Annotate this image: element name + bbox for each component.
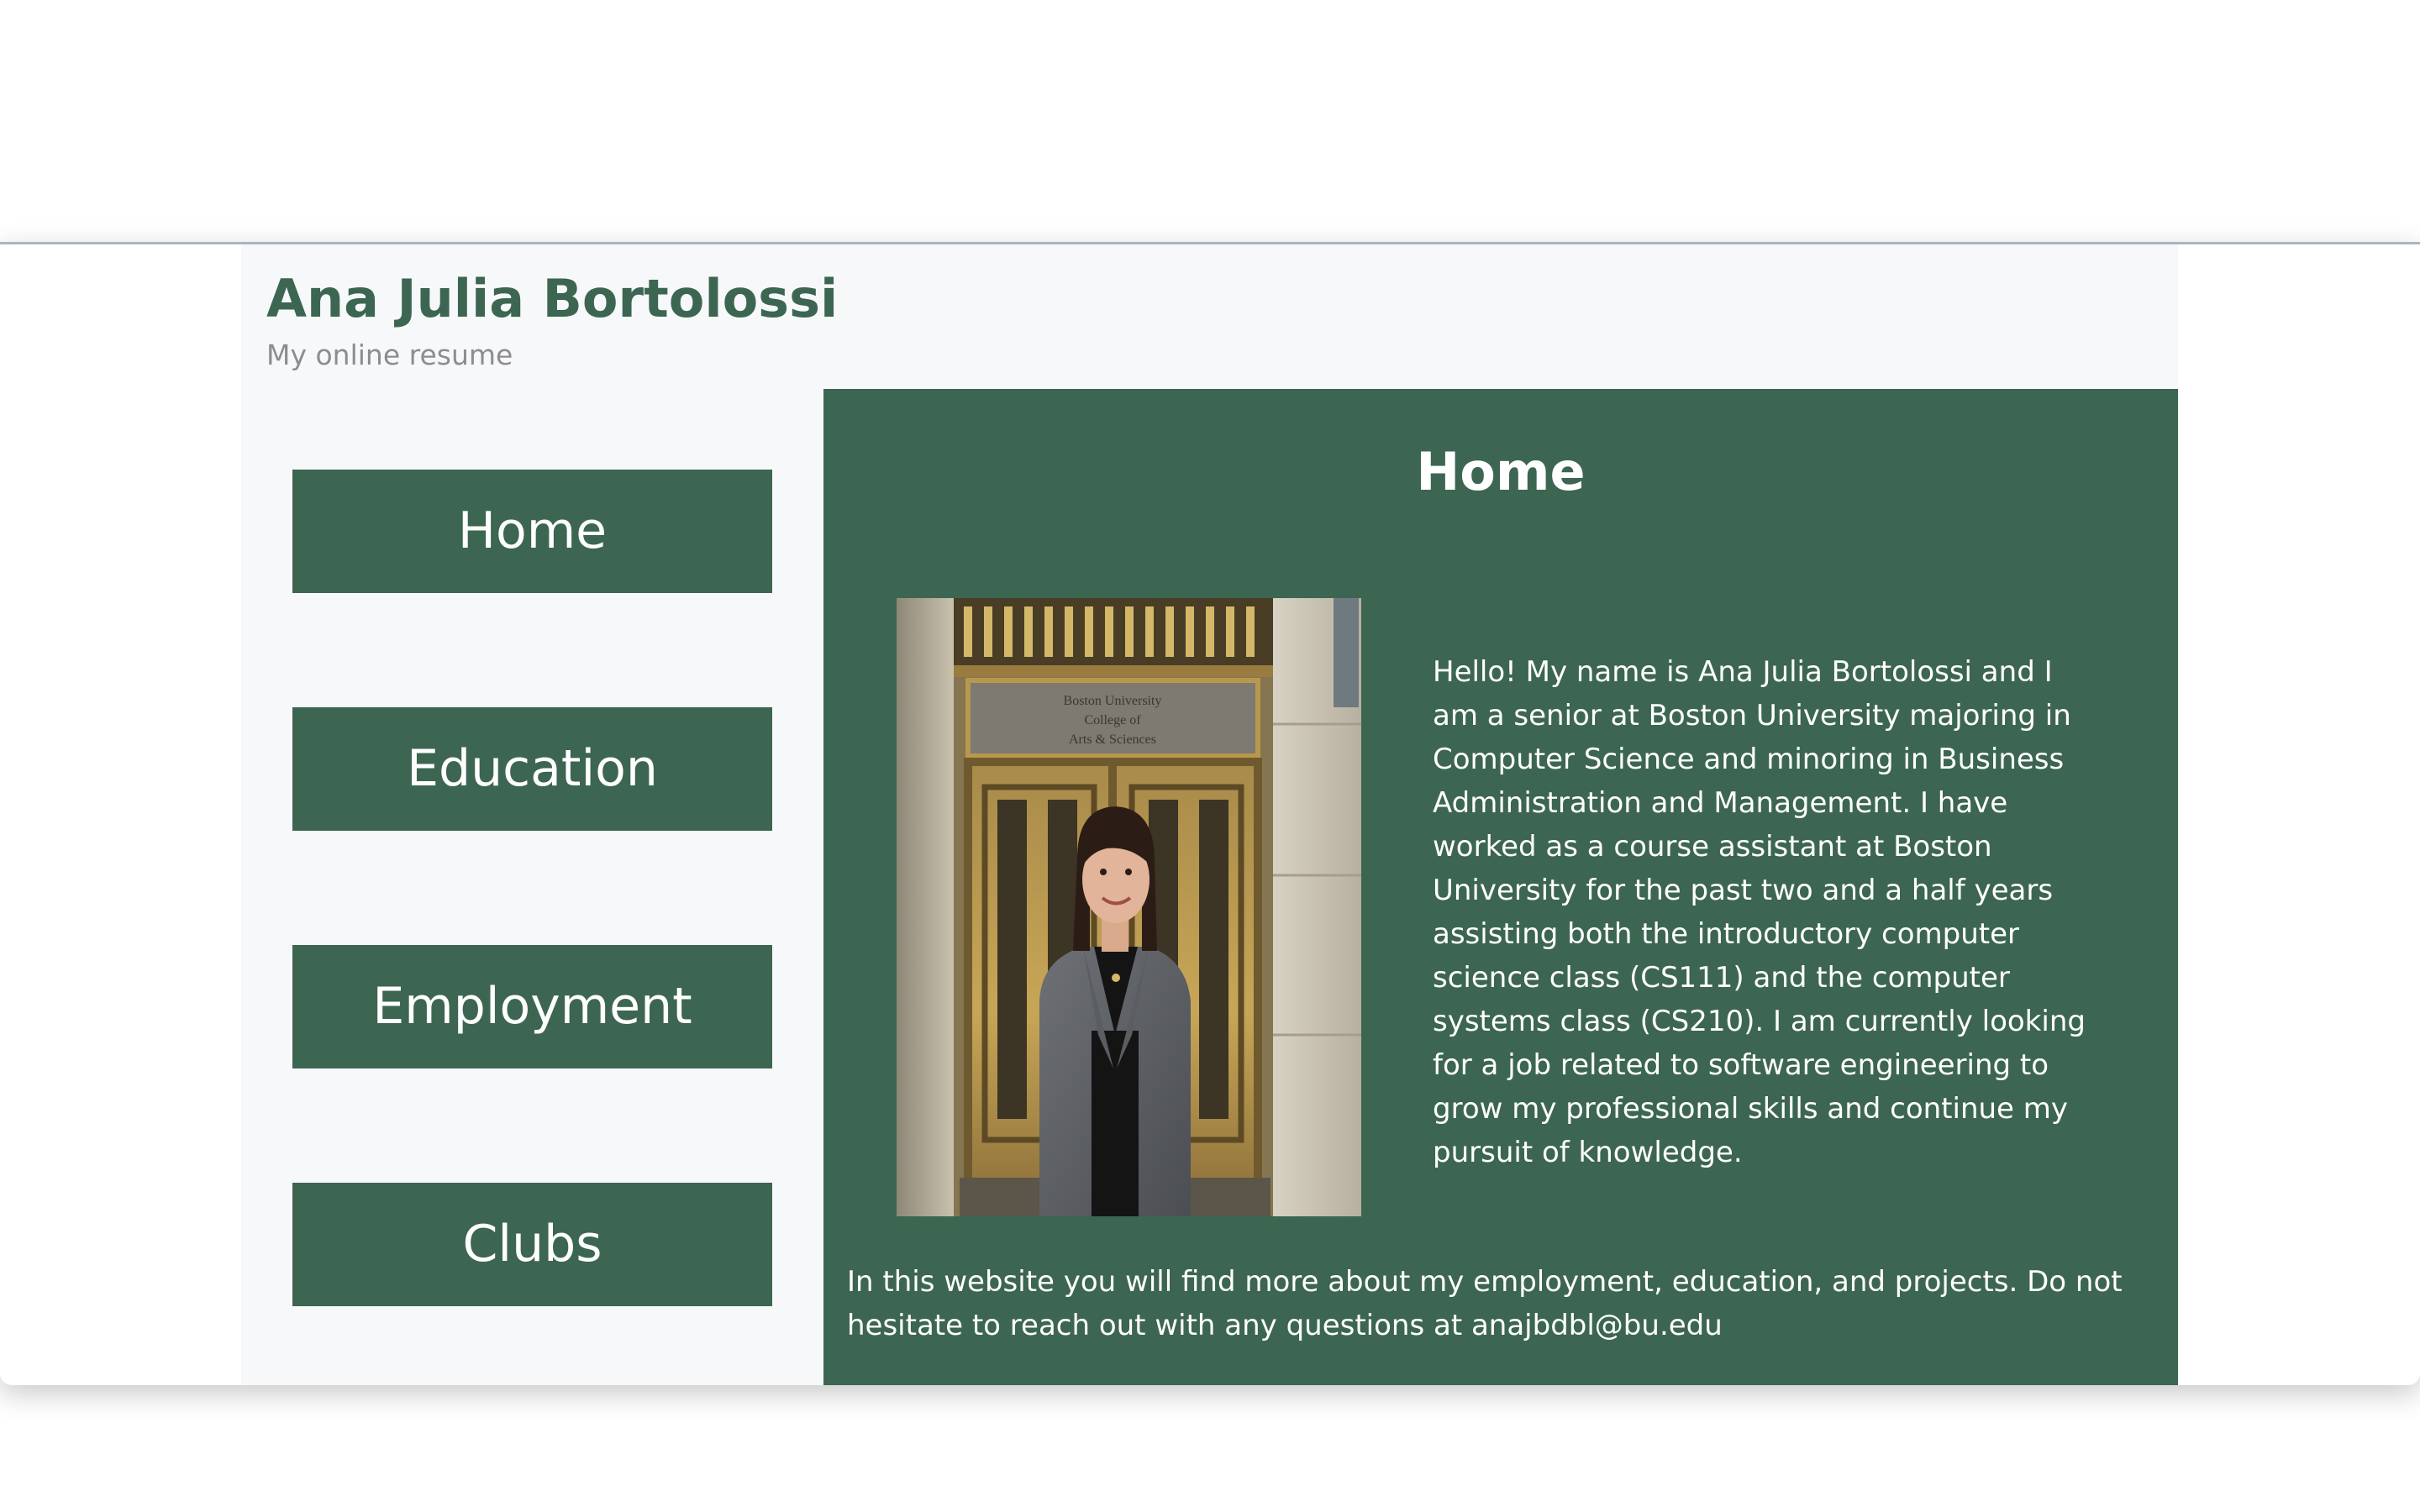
nav-button-employment[interactable]: Employment: [292, 945, 772, 1068]
site-title: Ana Julia Bortolossi: [266, 268, 839, 329]
browser-viewport: Ana Julia Bortolossi My online resume Ho…: [0, 242, 2420, 1385]
sign-line-3: Arts & Sciences: [1069, 732, 1156, 747]
nav-button-education[interactable]: Education: [292, 707, 772, 831]
content-panel: Home Boston University College of Arts &…: [823, 389, 2178, 1385]
nav-button-clubs[interactable]: Clubs: [292, 1183, 772, 1306]
content-heading: Home: [1416, 441, 1586, 502]
profile-photo: Boston University College of Arts & Scie…: [897, 598, 1361, 1216]
sign-line-2: College of: [1084, 713, 1141, 727]
intro-text: Hello! My name is Ana Julia Bortolossi a…: [1433, 655, 2086, 1169]
nav-button-home[interactable]: Home: [292, 470, 772, 593]
contact-text: In this website you will find more about…: [847, 1265, 2123, 1342]
top-blank-area: [0, 0, 2420, 242]
sign-line-1: Boston University: [1064, 694, 1162, 708]
site-subtitle: My online resume: [266, 339, 513, 371]
sidebar-nav: Home Education Employment Clubs: [292, 470, 772, 1385]
resume-page: Ana Julia Bortolossi My online resume Ho…: [241, 244, 2178, 1385]
